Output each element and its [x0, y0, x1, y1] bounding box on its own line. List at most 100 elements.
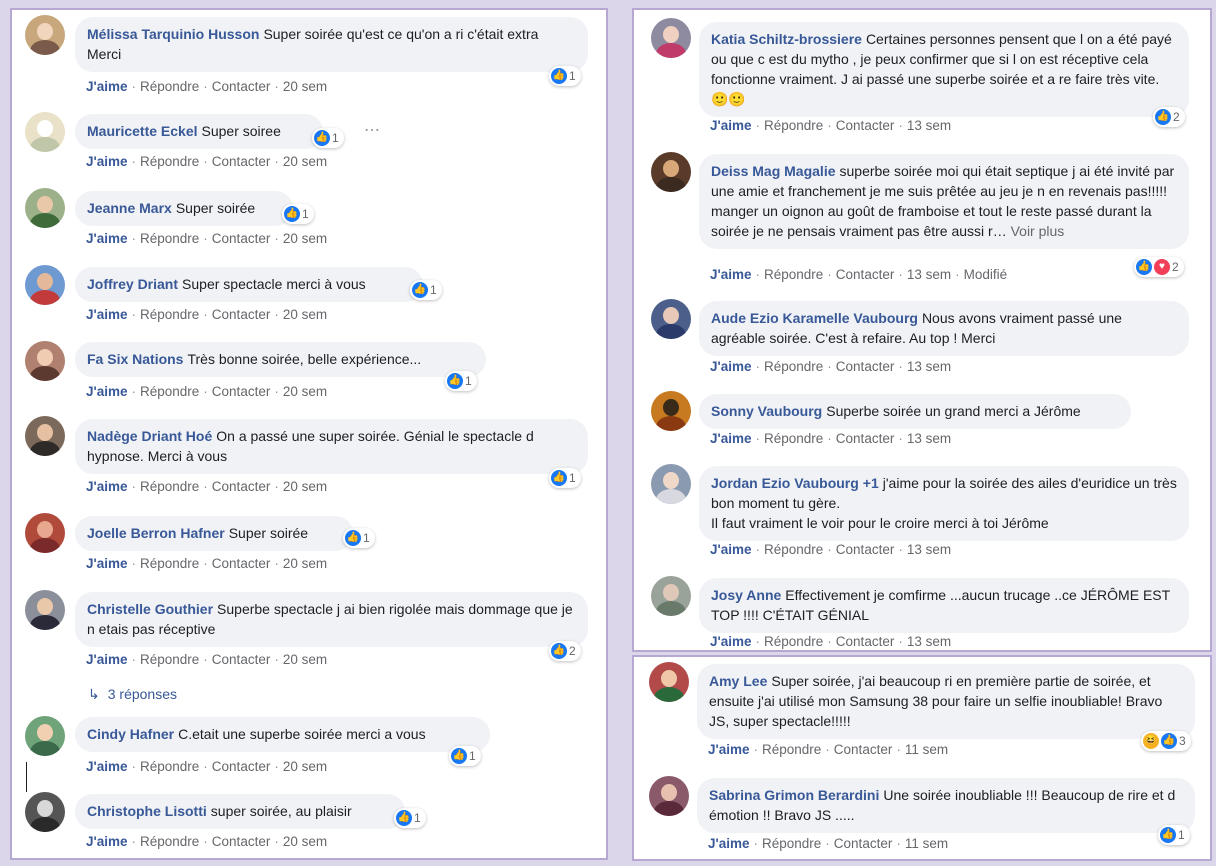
reply-link[interactable]: Répondre — [140, 384, 199, 399]
like-link[interactable]: J'aime — [86, 759, 128, 774]
reply-link[interactable]: Répondre — [140, 834, 199, 849]
comment-author[interactable]: Josy Anne — [711, 587, 781, 603]
comment-time[interactable]: 20 sem — [283, 652, 327, 667]
comment-author[interactable]: Jordan Ezio Vaubourg — [711, 475, 859, 491]
like-link[interactable]: J'aime — [86, 154, 128, 169]
contact-link[interactable]: Contacter — [212, 652, 271, 667]
like-link[interactable]: J'aime — [710, 431, 752, 446]
contact-link[interactable]: Contacter — [212, 79, 271, 94]
reply-link[interactable]: Répondre — [140, 307, 199, 322]
comment-time[interactable]: 13 sem — [907, 634, 951, 649]
avatar[interactable] — [651, 464, 691, 504]
reply-link[interactable]: Répondre — [140, 79, 199, 94]
comment-time[interactable]: 20 sem — [283, 384, 327, 399]
contact-link[interactable]: Contacter — [212, 556, 271, 571]
contact-link[interactable]: Contacter — [836, 634, 895, 649]
see-more-link[interactable]: Voir plus — [1011, 223, 1065, 239]
reply-link[interactable]: Répondre — [764, 359, 823, 374]
comment-author[interactable]: Aude Ezio Karamelle Vaubourg — [711, 310, 918, 326]
reaction-summary[interactable]: 😆 👍 3 — [1141, 731, 1191, 751]
view-replies-link[interactable]: ↳ 3 réponses — [88, 686, 177, 703]
like-link[interactable]: J'aime — [710, 118, 752, 133]
avatar[interactable] — [25, 188, 65, 228]
contact-link[interactable]: Contacter — [212, 384, 271, 399]
reply-link[interactable]: Répondre — [140, 652, 199, 667]
reaction-summary[interactable]: 👍 1 — [445, 371, 477, 391]
like-link[interactable]: J'aime — [86, 231, 128, 246]
comment-time[interactable]: 20 sem — [283, 479, 327, 494]
reaction-summary[interactable]: 👍 1 — [549, 66, 581, 86]
reaction-summary[interactable]: 👍 1 — [312, 128, 344, 148]
reply-link[interactable]: Répondre — [764, 118, 823, 133]
like-link[interactable]: J'aime — [710, 359, 752, 374]
reaction-summary[interactable]: 👍 1 — [410, 280, 442, 300]
comment-time[interactable]: 13 sem — [907, 542, 951, 557]
like-link[interactable]: J'aime — [86, 384, 128, 399]
comment-author[interactable]: Mauricette Eckel — [87, 123, 198, 139]
reply-link[interactable]: Répondre — [140, 231, 199, 246]
avatar[interactable] — [651, 299, 691, 339]
contact-link[interactable]: Contacter — [212, 759, 271, 774]
comment-time[interactable]: 11 sem — [905, 836, 948, 851]
contact-link[interactable]: Contacter — [836, 431, 895, 446]
contact-link[interactable]: Contacter — [212, 307, 271, 322]
avatar[interactable] — [25, 341, 65, 381]
comment-time[interactable]: 11 sem — [905, 742, 948, 757]
comment-author[interactable]: Jeanne Marx — [87, 200, 172, 216]
like-link[interactable]: J'aime — [708, 742, 750, 757]
avatar[interactable] — [25, 112, 65, 152]
comment-time[interactable]: 13 sem — [907, 118, 951, 133]
like-link[interactable]: J'aime — [710, 267, 752, 282]
comment-time[interactable]: 20 sem — [283, 154, 327, 169]
avatar[interactable] — [649, 776, 689, 816]
avatar[interactable] — [649, 662, 689, 702]
reply-link[interactable]: Répondre — [762, 742, 821, 757]
like-link[interactable]: J'aime — [710, 542, 752, 557]
comment-time[interactable]: 20 sem — [283, 759, 327, 774]
avatar[interactable] — [651, 576, 691, 616]
comment-time[interactable]: 20 sem — [283, 79, 327, 94]
contact-link[interactable]: Contacter — [212, 231, 271, 246]
contact-link[interactable]: Contacter — [212, 479, 271, 494]
avatar[interactable] — [651, 152, 691, 192]
contact-link[interactable]: Contacter — [212, 154, 271, 169]
contact-link[interactable]: Contacter — [836, 267, 895, 282]
reply-link[interactable]: Répondre — [764, 634, 823, 649]
comment-author[interactable]: Katia Schiltz-brossiere — [711, 31, 862, 47]
reaction-summary[interactable]: 👍 1 — [394, 808, 426, 828]
comment-time[interactable]: 13 sem — [907, 267, 951, 282]
comment-author[interactable]: Sabrina Grimon Berardini — [709, 787, 879, 803]
avatar[interactable] — [651, 391, 691, 431]
comment-author[interactable]: Deiss Mag Magalie — [711, 163, 836, 179]
reaction-summary[interactable]: 👍 1 — [549, 468, 581, 488]
reply-link[interactable]: Répondre — [140, 556, 199, 571]
contact-link[interactable]: Contacter — [212, 834, 271, 849]
reply-link[interactable]: Répondre — [140, 759, 199, 774]
avatar[interactable] — [25, 792, 65, 832]
avatar[interactable] — [25, 265, 65, 305]
comment-author[interactable]: Christelle Gouthier — [87, 601, 213, 617]
reply-link[interactable]: Répondre — [764, 267, 823, 282]
reply-link[interactable]: Répondre — [140, 154, 199, 169]
comment-author[interactable]: Joelle Berron Hafner — [87, 525, 225, 541]
reply-link[interactable]: Répondre — [762, 836, 821, 851]
comment-time[interactable]: 20 sem — [283, 834, 327, 849]
like-link[interactable]: J'aime — [86, 834, 128, 849]
like-link[interactable]: J'aime — [86, 79, 128, 94]
modified-label[interactable]: Modifié — [964, 267, 1008, 282]
avatar[interactable] — [651, 18, 691, 58]
like-link[interactable]: J'aime — [86, 652, 128, 667]
like-link[interactable]: J'aime — [708, 836, 750, 851]
comment-author[interactable]: Cindy Hafner — [87, 726, 174, 742]
like-link[interactable]: J'aime — [86, 479, 128, 494]
comment-time[interactable]: 20 sem — [283, 231, 327, 246]
like-link[interactable]: J'aime — [710, 634, 752, 649]
comment-time[interactable]: 13 sem — [907, 431, 951, 446]
reaction-summary[interactable]: 👍 1 — [343, 528, 375, 548]
comment-author[interactable]: Mélissa Tarquinio Husson — [87, 26, 259, 42]
reply-link[interactable]: Répondre — [764, 542, 823, 557]
reaction-summary[interactable]: 👍 1 — [1158, 825, 1190, 845]
contact-link[interactable]: Contacter — [834, 742, 893, 757]
contact-link[interactable]: Contacter — [836, 359, 895, 374]
contact-link[interactable]: Contacter — [836, 542, 895, 557]
